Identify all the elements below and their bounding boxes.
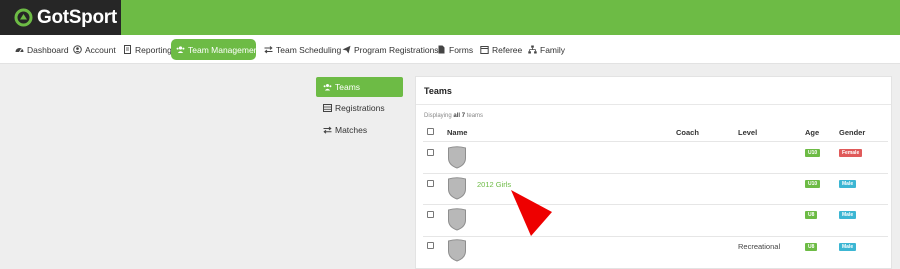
gender-badge: Male xyxy=(839,243,857,251)
displaying-suffix: teams xyxy=(466,113,484,119)
teams-panel: Teams Displaying all 7 teams Name Coach … xyxy=(415,76,892,269)
paper-plane-icon xyxy=(342,45,351,54)
sidebar-item-label: Matches xyxy=(335,125,368,135)
gender-badge: Female xyxy=(839,149,863,157)
brand-name: GotSport xyxy=(37,6,117,28)
nav-label: Reporting xyxy=(135,44,172,55)
divider xyxy=(416,104,891,105)
user-circle-icon xyxy=(73,45,82,54)
exchange-icon xyxy=(323,126,332,134)
nav-label: Team Scheduling xyxy=(276,44,342,55)
annotation-arrow-icon xyxy=(505,188,555,243)
gender-badge: Male xyxy=(839,211,857,219)
row-checkbox[interactable] xyxy=(427,242,434,249)
row-divider xyxy=(423,141,888,142)
row-checkbox[interactable] xyxy=(427,211,434,218)
age-badge: U8 xyxy=(805,243,818,251)
row-divider xyxy=(423,204,888,205)
nav-referee[interactable]: Referee xyxy=(475,39,527,60)
nav-label: Team Management xyxy=(188,44,261,55)
column-header-coach[interactable]: Coach xyxy=(676,128,699,137)
file-icon xyxy=(437,45,446,54)
sidebar-item-registrations[interactable]: Registrations xyxy=(316,98,403,118)
users-icon xyxy=(323,83,332,91)
age-badge: U10 xyxy=(805,149,821,157)
nav-program-registrations[interactable]: Program Registrations xyxy=(337,39,444,60)
table-icon xyxy=(323,104,332,112)
users-icon xyxy=(176,45,185,54)
sidebar-item-label: Teams xyxy=(335,82,361,92)
nav-family[interactable]: Family xyxy=(523,39,570,60)
calendar-icon xyxy=(480,45,489,54)
sidebar-item-matches[interactable]: Matches xyxy=(316,120,403,140)
select-all-checkbox[interactable] xyxy=(427,128,434,135)
nav-label: Family xyxy=(540,44,566,55)
logo-icon xyxy=(14,8,33,27)
team-shield-icon xyxy=(447,208,467,231)
nav-team-scheduling[interactable]: Team Scheduling xyxy=(259,39,346,60)
column-header-level[interactable]: Level xyxy=(738,128,757,137)
main-nav: Dashboard Account Reporting Team Managem… xyxy=(0,35,900,64)
nav-forms[interactable]: Forms xyxy=(432,39,478,60)
row-divider xyxy=(423,236,888,237)
displaying-count: Displaying all 7 teams xyxy=(424,113,483,119)
document-icon xyxy=(123,45,132,54)
column-header-age[interactable]: Age xyxy=(805,128,819,137)
age-badge: U10 xyxy=(805,180,821,188)
nav-label: Account xyxy=(85,44,116,55)
team-shield-icon xyxy=(447,146,467,169)
sidebar-item-teams[interactable]: Teams xyxy=(316,77,403,97)
displaying-prefix: Displaying xyxy=(424,113,452,119)
team-shield-icon xyxy=(447,239,467,262)
sidebar-item-label: Registrations xyxy=(335,103,385,113)
team-shield-icon xyxy=(447,177,467,200)
nav-account[interactable]: Account xyxy=(68,39,121,60)
gender-badge: Male xyxy=(839,180,857,188)
nav-reporting[interactable]: Reporting xyxy=(118,39,177,60)
exchange-icon xyxy=(264,45,273,54)
row-checkbox[interactable] xyxy=(427,149,434,156)
displaying-count-value: all 7 xyxy=(453,113,466,119)
team-level: Recreational xyxy=(738,242,781,251)
panel-title: Teams xyxy=(424,86,452,96)
nav-label: Referee xyxy=(492,44,523,55)
nav-label: Program Registrations xyxy=(354,44,439,55)
gotsport-logo[interactable]: GotSport xyxy=(0,0,121,35)
nav-label: Dashboard xyxy=(27,44,69,55)
sitemap-icon xyxy=(528,45,537,54)
column-header-name[interactable]: Name xyxy=(447,128,467,137)
top-bar: GotSport xyxy=(0,0,900,35)
column-header-gender[interactable]: Gender xyxy=(839,128,865,137)
nav-dashboard[interactable]: Dashboard xyxy=(10,39,74,60)
row-checkbox[interactable] xyxy=(427,180,434,187)
nav-team-management[interactable]: Team Management xyxy=(171,39,261,60)
row-divider xyxy=(423,173,888,174)
nav-label: Forms xyxy=(449,44,474,55)
dashboard-icon xyxy=(15,45,24,54)
age-badge: U8 xyxy=(805,211,818,219)
